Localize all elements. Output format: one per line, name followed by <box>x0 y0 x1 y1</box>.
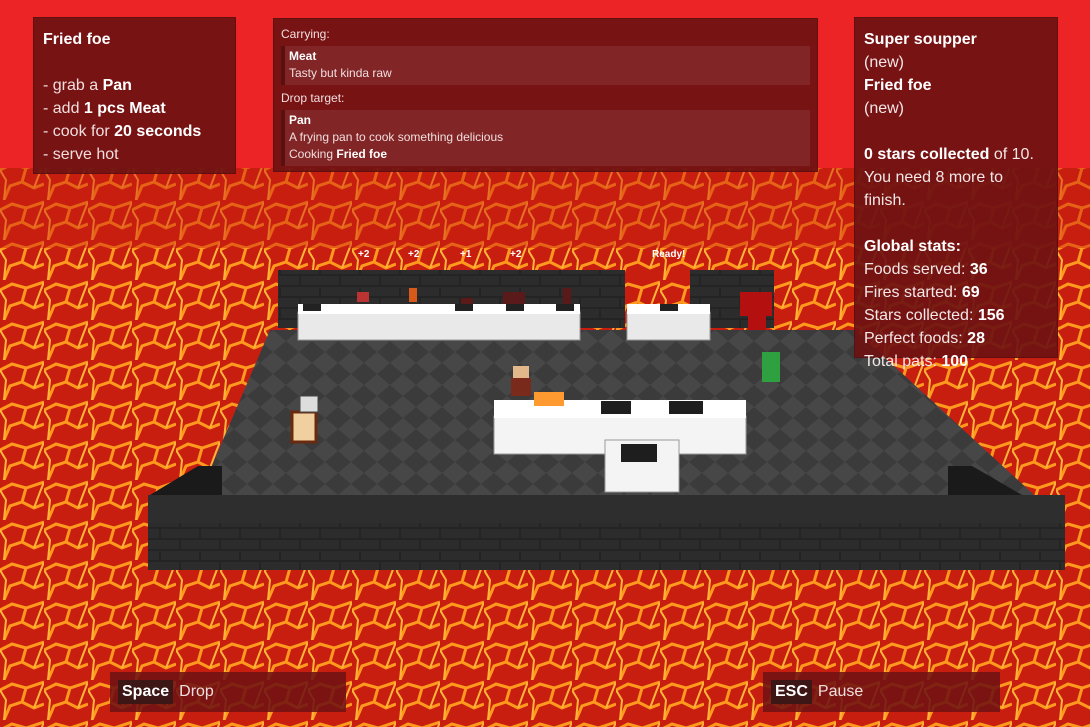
drop-target-label: Drop target: <box>281 91 345 105</box>
space-key: Space <box>118 680 174 704</box>
drop-target-card: Pan A frying pan to cook something delic… <box>281 110 810 166</box>
pause-action-hint[interactable]: ESC Pause <box>763 672 1000 712</box>
cooking-status: Cooking Fried foe <box>289 147 388 161</box>
recipe-status: (new) <box>864 54 905 71</box>
bonus-label: +2 <box>510 249 522 260</box>
bonus-label: +1 <box>460 249 472 260</box>
stat-row: Perfect foods: 28 <box>864 330 985 347</box>
drop-label: Drop <box>179 683 214 700</box>
recipe-name: Super soupper <box>864 31 977 48</box>
stat-row: Stars collected: 156 <box>864 307 1005 324</box>
pause-label: Pause <box>817 683 864 700</box>
carrying-label: Carrying: <box>281 27 330 41</box>
drop-target-desc: A frying pan to cook something delicious <box>289 130 504 144</box>
stars-collected: 0 stars collected of 10. <box>864 146 1034 163</box>
carried-item-desc: Tasty but kinda raw <box>289 66 392 80</box>
stat-row: Fires started: 69 <box>864 284 980 301</box>
stat-row: Total pats: 100 <box>864 353 969 370</box>
global-stats-title: Global stats: <box>864 238 961 255</box>
stars-needed: You need 8 more to finish. <box>864 169 1004 209</box>
recipe-name: Fried foe <box>864 77 932 94</box>
recipe-panel: Fried foe - grab a Pan - add 1 pcs Meat … <box>33 17 236 174</box>
recipe-step: - cook for 20 seconds <box>43 123 202 140</box>
esc-key: ESC <box>771 680 812 704</box>
recipe-status: (new) <box>864 100 905 117</box>
ready-label: Ready! <box>652 249 686 260</box>
recipe-title: Fried foe <box>43 31 111 48</box>
stats-panel: Super soupper (new) Fried foe (new) 0 st… <box>854 17 1058 370</box>
recipe-step: - add 1 pcs Meat <box>43 100 166 117</box>
carried-item-name: Meat <box>289 49 317 63</box>
recipe-step: - grab a Pan <box>43 77 132 94</box>
drop-target-name: Pan <box>289 113 312 127</box>
item-info-panel: Carrying: Meat Tasty but kinda raw Drop … <box>273 18 818 172</box>
stat-row: Foods served: 36 <box>864 261 988 278</box>
bonus-label: +2 <box>408 249 420 260</box>
bonus-label: +2 <box>358 249 370 260</box>
carried-item-card: Meat Tasty but kinda raw <box>281 46 810 85</box>
recipe-step: - serve hot <box>43 146 119 163</box>
drop-action-hint[interactable]: Space Drop <box>110 672 346 712</box>
